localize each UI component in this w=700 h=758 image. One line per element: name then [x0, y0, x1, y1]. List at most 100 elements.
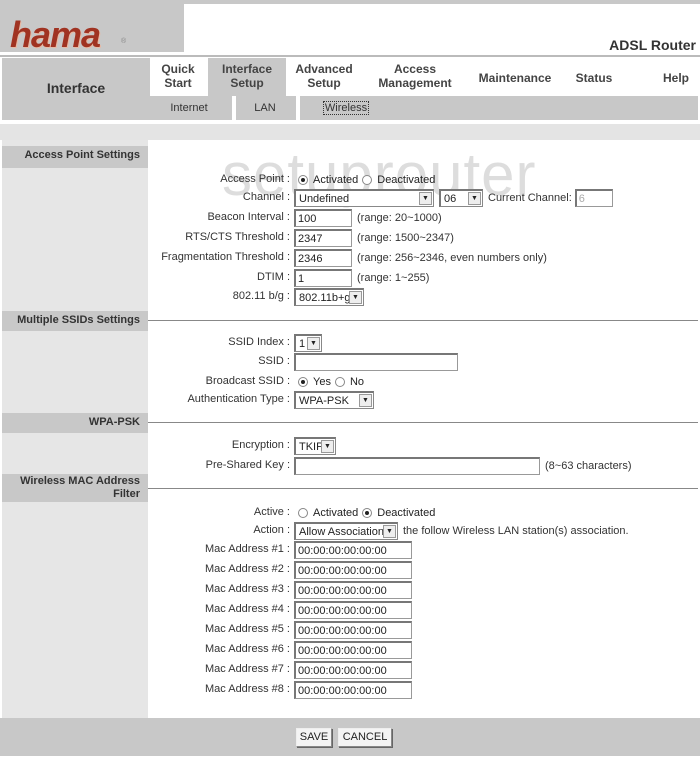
- cancel-button[interactable]: CANCEL: [338, 728, 392, 747]
- select-value: Allow Association: [299, 525, 384, 538]
- subtab-internet[interactable]: Internet: [150, 96, 228, 120]
- mac-address-input[interactable]: [294, 561, 412, 579]
- access-point-activated-radio[interactable]: [298, 175, 308, 185]
- section-multiple-ssids: Multiple SSIDs Settings: [2, 311, 148, 331]
- rts-threshold-input[interactable]: [294, 229, 352, 247]
- frag-label: Fragmentation Threshold :: [161, 251, 290, 263]
- tab-label: Management: [378, 76, 452, 90]
- section-label-line: Wireless MAC Address: [20, 475, 140, 487]
- header: hama ® ADSL Router: [0, 0, 700, 55]
- mac-action-select[interactable]: Allow Association ▼: [294, 522, 398, 540]
- tab-label: Access: [393, 62, 437, 76]
- tab-label: Status: [575, 71, 613, 85]
- nav-section-label: Interface: [46, 80, 106, 96]
- section-divider: [148, 320, 698, 321]
- save-button[interactable]: SAVE: [296, 728, 332, 747]
- ssid-input[interactable]: [294, 353, 458, 371]
- mac-active-row: Active : Activated Deactivated: [148, 503, 700, 523]
- brand-logo: hama: [10, 14, 101, 55]
- mac-address-input[interactable]: [294, 581, 412, 599]
- mac-address-row: Mac Address #6 :: [148, 640, 700, 660]
- dtim-row: DTIM : (range: 1~255): [148, 268, 700, 288]
- channel-region-select[interactable]: Undefined ▼: [294, 189, 434, 207]
- channel-label: Channel :: [242, 191, 290, 203]
- mac-address-row: Mac Address #2 :: [148, 560, 700, 580]
- pre-shared-key-input[interactable]: [294, 457, 540, 475]
- mac-address-input[interactable]: [294, 541, 412, 559]
- sub-nav: Internet LAN Wireless: [150, 96, 698, 120]
- mac-action-note: the follow Wireless LAN station(s) assoc…: [403, 525, 629, 537]
- mac-address-input[interactable]: [294, 641, 412, 659]
- authentication-type-select[interactable]: WPA-PSK ▼: [294, 391, 374, 409]
- encryption-select[interactable]: TKIP ▼: [294, 437, 336, 455]
- tab-label: Quick: [161, 62, 195, 76]
- beacon-interval-input[interactable]: [294, 209, 352, 227]
- section-divider: [148, 488, 698, 489]
- wireless-mode-select[interactable]: 802.11b+g ▼: [294, 288, 364, 306]
- nav-section: Interface: [2, 58, 150, 120]
- tab-maintenance[interactable]: Maintenance: [472, 71, 558, 85]
- subtab-lan[interactable]: LAN: [236, 96, 294, 120]
- rts-row: RTS/CTS Threshold : (range: 1500~2347): [148, 228, 700, 248]
- channel-number-select[interactable]: 06 ▼: [439, 189, 483, 207]
- section-access-point: Access Point Settings: [2, 146, 148, 168]
- mac-address-row: Mac Address #8 :: [148, 680, 700, 700]
- tab-help[interactable]: Help: [656, 71, 696, 85]
- psk-row: Pre-Shared Key : (8~63 characters): [148, 456, 700, 476]
- tab-label: Help: [662, 71, 689, 85]
- footer-bar: SAVE CANCEL: [0, 718, 700, 756]
- select-value: 802.11b+g: [299, 291, 351, 304]
- mac-address-label: Mac Address #1 :: [205, 543, 290, 555]
- header-divider: [0, 55, 700, 57]
- mac-address-label: Mac Address #2 :: [205, 563, 290, 575]
- radio-label: No: [349, 376, 365, 388]
- tab-advanced-setup[interactable]: Advanced Setup: [288, 62, 360, 90]
- mac-filter-activated-radio[interactable]: [298, 508, 308, 518]
- broadcast-yes-radio[interactable]: [298, 377, 308, 387]
- mac-address-label: Mac Address #3 :: [205, 583, 290, 595]
- radio-label: Deactivated: [377, 507, 436, 519]
- rts-range: (range: 1500~2347): [357, 232, 454, 244]
- chevron-down-icon: ▼: [419, 192, 432, 205]
- dtim-label: DTIM :: [257, 271, 290, 283]
- mac-address-row: Mac Address #3 :: [148, 580, 700, 600]
- tab-status[interactable]: Status: [570, 71, 618, 85]
- mac-address-row: Mac Address #5 :: [148, 620, 700, 640]
- fragmentation-threshold-input[interactable]: [294, 249, 352, 267]
- mac-address-input[interactable]: [294, 621, 412, 639]
- radio-label: Deactivated: [377, 174, 436, 186]
- radio-label: Activated: [313, 174, 359, 186]
- subtab-label: Wireless: [322, 101, 370, 115]
- mac-address-row: Mac Address #7 :: [148, 660, 700, 680]
- psk-label: Pre-Shared Key :: [205, 459, 290, 471]
- chevron-down-icon: ▼: [307, 337, 320, 350]
- mac-action-label: Action :: [253, 524, 290, 536]
- ssid-index-select[interactable]: 1 ▼: [294, 334, 322, 352]
- mac-address-label: Mac Address #4 :: [205, 603, 290, 615]
- mode-label: 802.11 b/g :: [232, 290, 290, 302]
- subtab-wireless[interactable]: Wireless: [300, 96, 392, 120]
- encryption-label: Encryption :: [231, 439, 290, 451]
- mac-address-input[interactable]: [294, 661, 412, 679]
- dtim-range: (range: 1~255): [357, 272, 430, 284]
- select-value: 06: [444, 192, 457, 205]
- subtab-label: Internet: [170, 102, 208, 114]
- tab-label: Maintenance: [478, 71, 552, 85]
- dtim-input[interactable]: [294, 269, 352, 287]
- section-divider: [148, 422, 698, 423]
- ssid-index-label: SSID Index :: [228, 336, 290, 348]
- mac-address-input[interactable]: [294, 601, 412, 619]
- tab-access-management[interactable]: Access Management: [372, 62, 458, 90]
- mac-address-input[interactable]: [294, 681, 412, 699]
- frag-row: Fragmentation Threshold : (range: 256~23…: [148, 248, 700, 268]
- mac-address-row: Mac Address #4 :: [148, 600, 700, 620]
- select-value: WPA-PSK: [299, 394, 349, 407]
- access-point-row: Access Point : Activated Deactivated: [148, 170, 700, 190]
- mac-filter-deactivated-radio[interactable]: [362, 508, 373, 518]
- tab-interface-setup[interactable]: Interface Setup: [208, 58, 286, 96]
- channel-row: Channel : Undefined ▼ 06 ▼ Current Channel…: [148, 188, 700, 208]
- tab-quick-start[interactable]: Quick Start: [150, 62, 206, 90]
- broadcast-no-radio[interactable]: [334, 377, 345, 387]
- access-point-deactivated-radio[interactable]: [362, 175, 373, 185]
- section-wpa-psk: WPA-PSK: [2, 413, 148, 433]
